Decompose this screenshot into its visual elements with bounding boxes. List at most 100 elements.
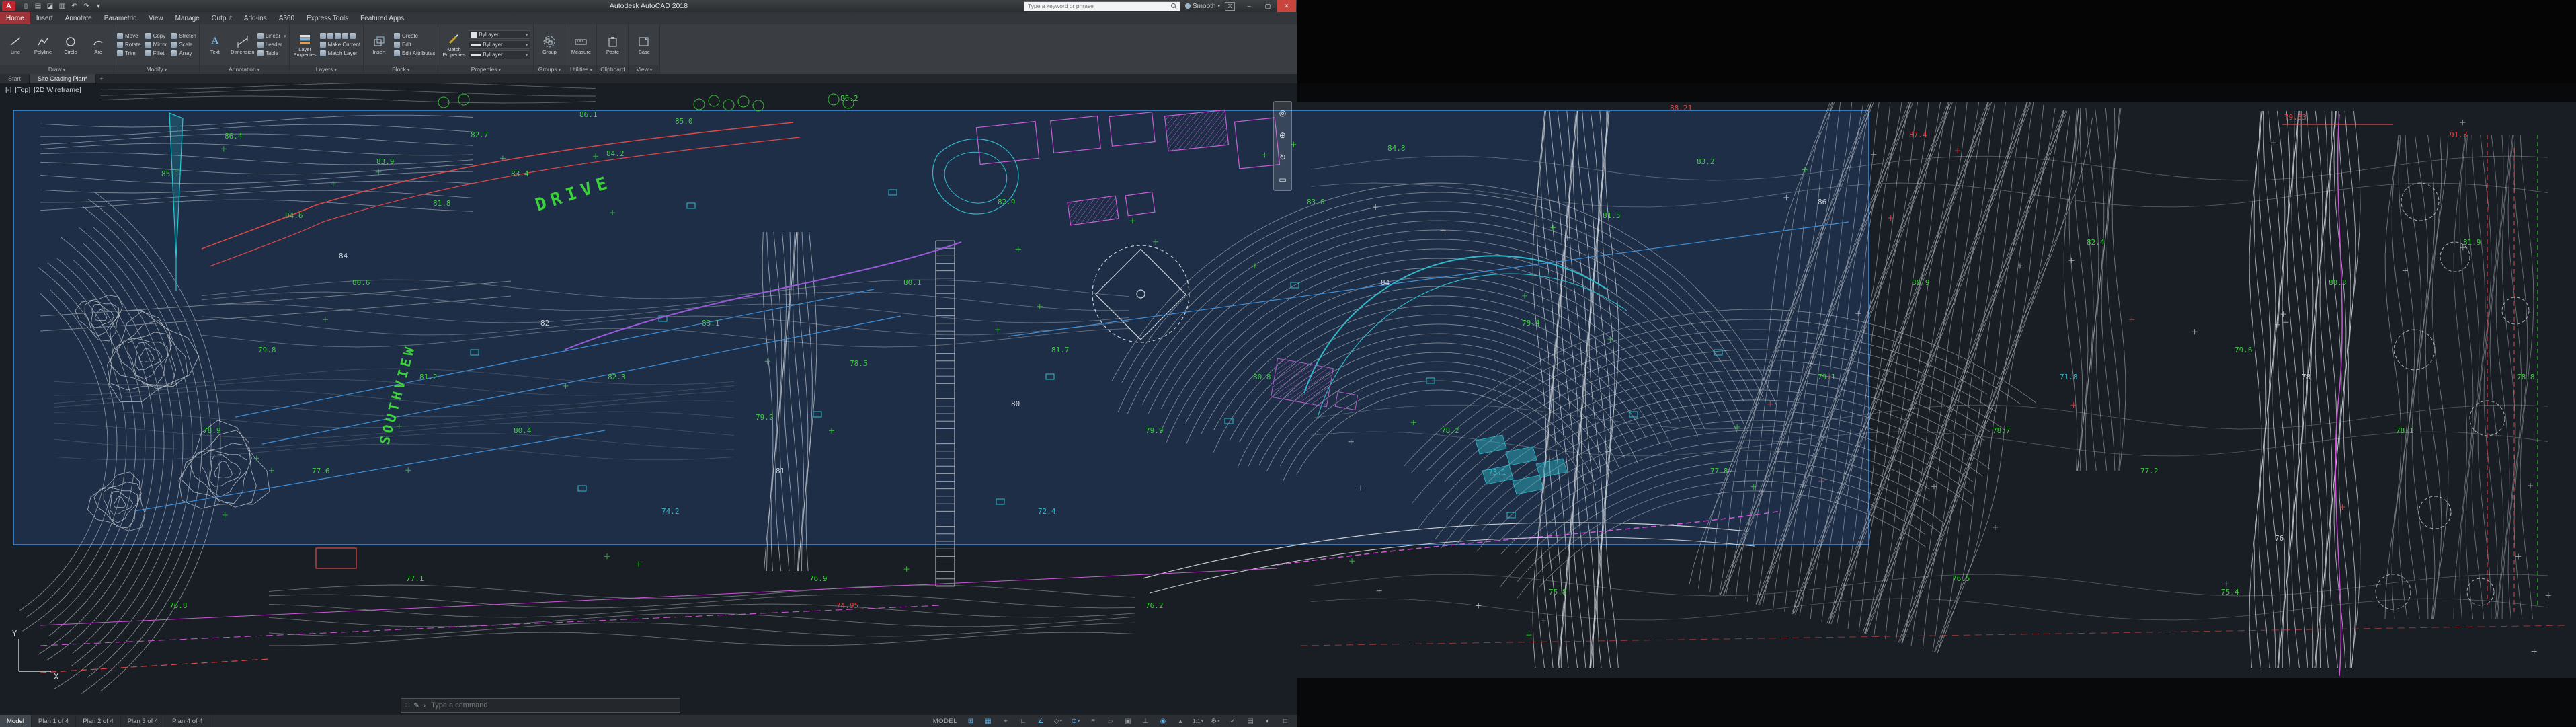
status-toggle-workspace-switching[interactable]: ⚙▾ xyxy=(1207,716,1223,726)
status-toggle-grid-display[interactable]: ⊞ xyxy=(963,716,979,726)
maximize-button[interactable]: ▢ xyxy=(1258,0,1277,12)
status-toggle-snap-mode[interactable]: ▦ xyxy=(980,716,996,726)
panel-label-modify[interactable]: Modify▾ xyxy=(114,65,199,74)
signin-menu[interactable]: Smooth▾ xyxy=(1185,3,1220,10)
file-tab-site-grading-plan-[interactable]: Site Grading Plan* xyxy=(30,74,96,83)
tool-mirror[interactable]: Mirror xyxy=(145,41,167,48)
command-input[interactable] xyxy=(430,701,676,710)
layout-tab-plan-4-of-4[interactable]: Plan 4 of 4 xyxy=(165,715,210,727)
pan-icon[interactable]: ▭ xyxy=(1279,175,1286,184)
command-line[interactable]: ∷ ✎ › xyxy=(401,698,680,713)
layer-off-icon[interactable] xyxy=(335,33,341,39)
lineweight-dropdown[interactable]: ByLayer▾ xyxy=(469,50,530,59)
tool-insert[interactable]: Insert xyxy=(366,34,392,55)
status-toggle-dynamic-ucs[interactable]: ⊥ xyxy=(1137,716,1154,726)
tool-scale[interactable]: Scale xyxy=(171,41,196,48)
tool-measure[interactable]: Measure xyxy=(568,34,594,55)
zoom-icon[interactable]: ⊕ xyxy=(1279,130,1286,140)
search-icon[interactable] xyxy=(1170,3,1178,10)
ribbon-tab-view[interactable]: View xyxy=(143,12,169,24)
ribbon-tab-parametric[interactable]: Parametric xyxy=(98,12,143,24)
status-toggle-clean-screen[interactable]: □ xyxy=(1277,716,1293,726)
status-toggle-dynamic-input[interactable]: ⌖ xyxy=(998,716,1014,726)
tool-text[interactable]: A Text xyxy=(202,34,228,55)
tool-move[interactable]: Move xyxy=(117,32,141,40)
viewport-menu-button[interactable]: [-] xyxy=(5,86,11,94)
layout-tab-plan-3-of-4[interactable]: Plan 3 of 4 xyxy=(121,715,165,727)
plot-icon[interactable]: ▥ xyxy=(57,1,67,11)
panel-label-block[interactable]: Block▾ xyxy=(364,65,438,74)
autocad-logo-icon[interactable]: A xyxy=(2,1,15,11)
object-color-dropdown[interactable]: ByLayer▾ xyxy=(469,30,530,39)
full-navigation-wheel-icon[interactable]: ◎ xyxy=(1279,108,1286,118)
tool-array[interactable]: Array xyxy=(171,50,196,57)
layer-lock-icon[interactable] xyxy=(342,33,348,39)
tool-stretch[interactable]: Stretch xyxy=(171,32,196,40)
tool-fillet[interactable]: Fillet xyxy=(145,50,167,57)
tool-arc[interactable]: Arc xyxy=(85,34,111,55)
tool-layer-properties[interactable]: Layer Properties xyxy=(292,32,318,59)
ribbon-tab-express-tools[interactable]: Express Tools xyxy=(300,12,354,24)
panel-label-clipboard[interactable]: Clipboard xyxy=(597,65,628,74)
open-file-icon[interactable]: ▤ xyxy=(33,1,43,11)
status-toggle-annotation-scale[interactable]: 1:1▾ xyxy=(1190,716,1206,726)
ribbon-tab-featured-apps[interactable]: Featured Apps xyxy=(354,12,410,24)
visual-style-control-button[interactable]: [2D Wireframe] xyxy=(34,86,81,94)
panel-label-properties[interactable]: Properties▾ xyxy=(438,65,533,74)
panel-label-utilities[interactable]: Utilities▾ xyxy=(565,65,596,74)
tool-edit-block[interactable]: Edit xyxy=(394,41,435,48)
tool-paste[interactable]: Paste xyxy=(600,34,625,55)
status-toggle-autoscale[interactable]: ▴ xyxy=(1172,716,1189,726)
orbit-icon[interactable]: ↻ xyxy=(1279,153,1286,162)
status-toggle-quick-properties[interactable]: ▤ xyxy=(1242,716,1258,726)
model-space-indicator[interactable]: MODEL xyxy=(928,715,963,727)
file-tab-start[interactable]: Start xyxy=(0,74,30,83)
command-line-grip[interactable]: ∷ xyxy=(405,702,409,710)
status-toggle-transparency[interactable]: ▱ xyxy=(1102,716,1119,726)
panel-label-groups[interactable]: Groups▾ xyxy=(534,65,565,74)
layout-tab-plan-1-of-4[interactable]: Plan 1 of 4 xyxy=(32,715,76,727)
tool-line[interactable]: Line xyxy=(3,34,28,55)
status-toggle-polar-tracking[interactable]: ∠ xyxy=(1033,716,1049,726)
ribbon-tab-output[interactable]: Output xyxy=(206,12,238,24)
minimize-button[interactable]: – xyxy=(1240,0,1258,12)
panel-label-view[interactable]: View▾ xyxy=(629,65,659,74)
tool-leader[interactable]: Leader xyxy=(257,41,286,48)
panel-label-annotation[interactable]: Annotation▾ xyxy=(200,65,289,74)
tool-trim[interactable]: Trim xyxy=(117,50,141,57)
status-toggle-isolate-objects[interactable]: ◐ xyxy=(1260,716,1276,726)
status-toggle-selection-cycling[interactable]: ▣ xyxy=(1120,716,1136,726)
ribbon-tab-insert[interactable]: Insert xyxy=(30,12,59,24)
tool-base[interactable]: Base xyxy=(631,34,657,55)
tool-match-layer[interactable]: Match Layer xyxy=(320,50,360,57)
view-control-button[interactable]: [Top] xyxy=(15,86,30,94)
tool-polyline[interactable]: Polyline xyxy=(30,34,56,55)
tool-linear[interactable]: Linear▾ xyxy=(257,32,286,40)
close-button[interactable]: ✕ xyxy=(1277,0,1296,12)
tool-rotate[interactable]: Rotate xyxy=(117,41,141,48)
tool-match-properties[interactable]: Match Properties xyxy=(441,32,467,59)
ribbon-tab-home[interactable]: Home xyxy=(0,12,30,24)
status-toggle-ortho-mode[interactable]: ∟ xyxy=(1015,716,1031,726)
status-toggle-lineweight[interactable]: ≡ xyxy=(1085,716,1101,726)
status-toggle-annotation-monitor[interactable]: ✓ xyxy=(1225,716,1241,726)
undo-icon[interactable]: ↶ xyxy=(69,1,79,11)
ribbon-tab-a360[interactable]: A360 xyxy=(273,12,300,24)
new-drawing-tab-button[interactable]: + xyxy=(96,74,107,83)
redo-icon[interactable]: ↷ xyxy=(81,1,91,11)
tool-table[interactable]: Table xyxy=(257,50,286,57)
layer-unlock-icon[interactable] xyxy=(350,33,356,39)
new-file-icon[interactable]: ▯ xyxy=(21,1,31,11)
tool-dimension[interactable]: Dimension xyxy=(230,34,255,55)
layout-tab-plan-2-of-4[interactable]: Plan 2 of 4 xyxy=(76,715,120,727)
infocenter-search[interactable] xyxy=(1024,1,1180,11)
customize-icon[interactable]: ✎ xyxy=(413,702,419,710)
tool-circle[interactable]: Circle xyxy=(58,34,83,55)
layout-tab-model[interactable]: Model xyxy=(0,715,32,727)
tool-group[interactable]: Group xyxy=(536,34,562,55)
ribbon-tab-add-ins[interactable]: Add-ins xyxy=(238,12,273,24)
layer-freeze-icon[interactable] xyxy=(327,33,333,39)
status-toggle-object-snap[interactable]: ⊙▾ xyxy=(1068,716,1084,726)
linetype-dropdown[interactable]: ByLayer▾ xyxy=(469,40,530,49)
search-input[interactable] xyxy=(1027,2,1168,10)
